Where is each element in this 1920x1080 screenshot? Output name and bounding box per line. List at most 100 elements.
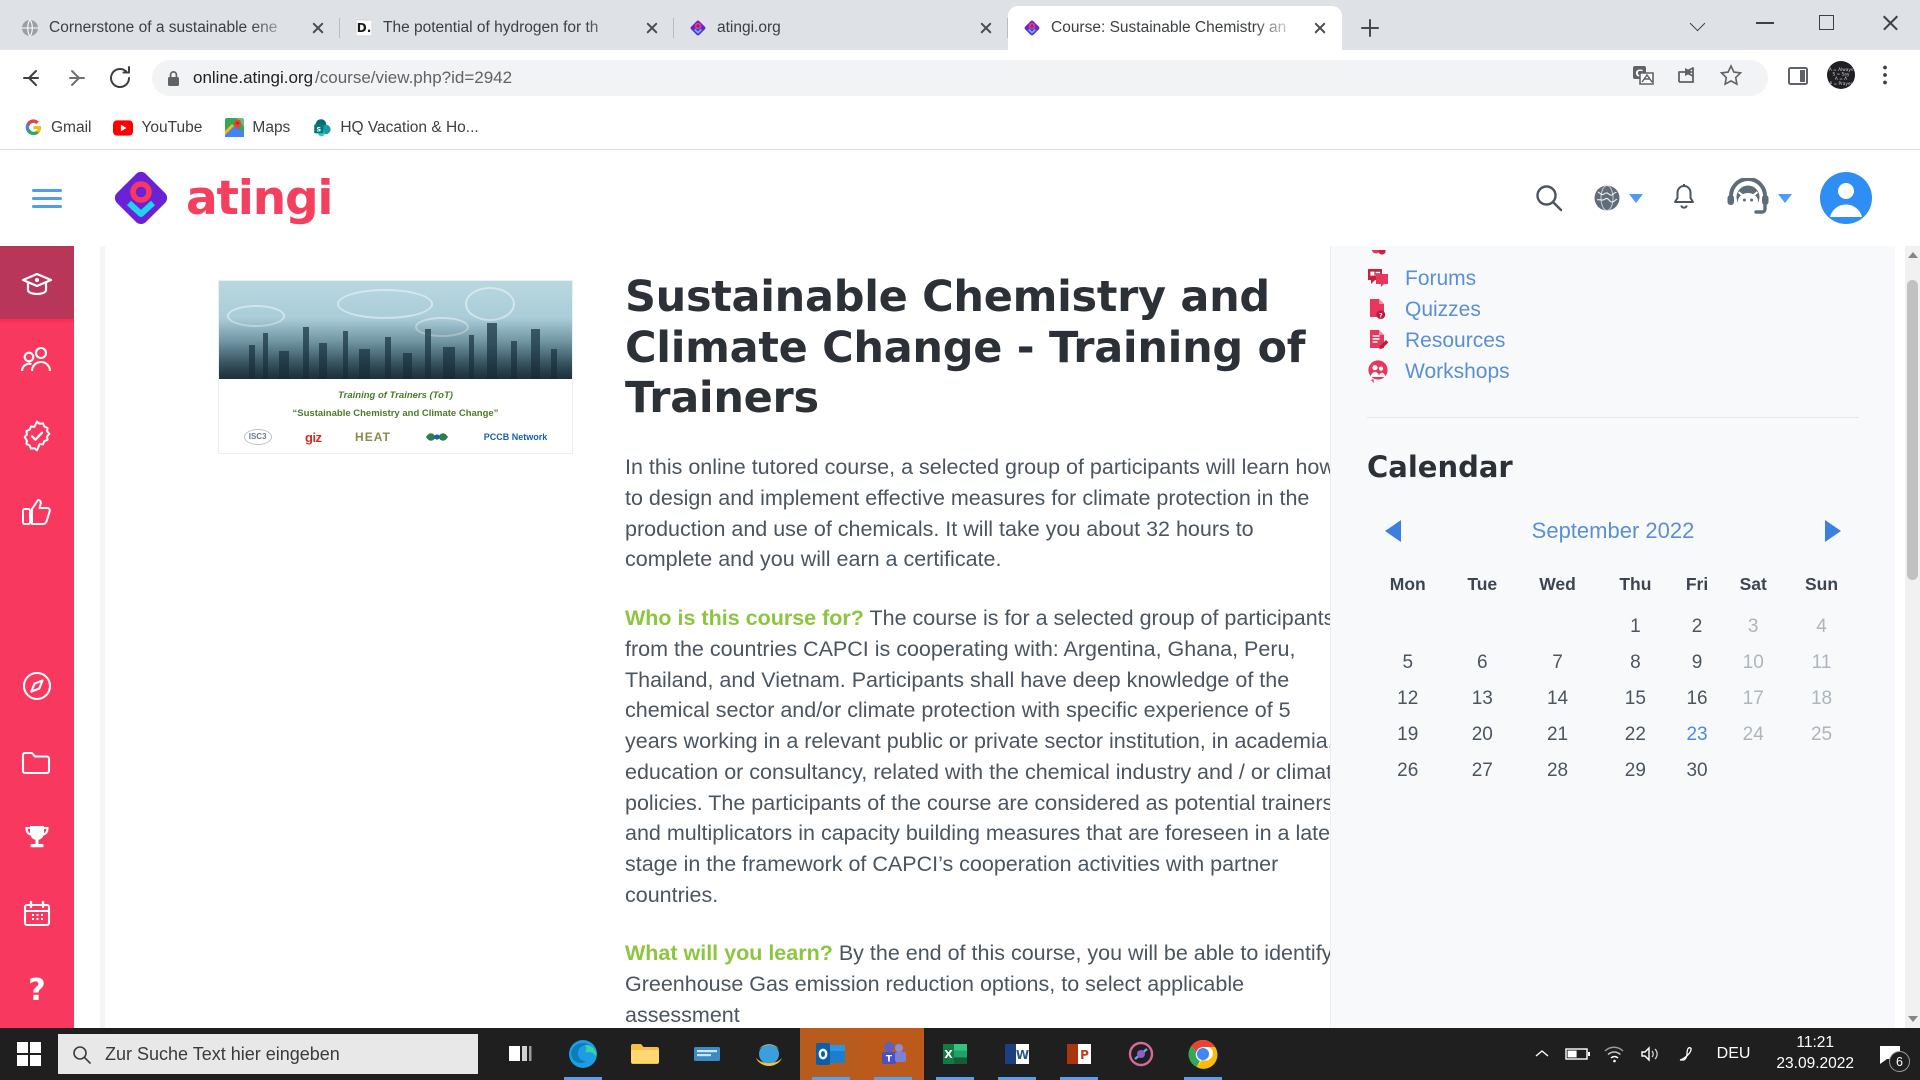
prev-month-arrow-icon[interactable] [1385, 520, 1401, 542]
scroll-up-arrow-icon[interactable] [1908, 252, 1918, 258]
chevron-down-icon[interactable] [1672, 0, 1734, 46]
calendar-day[interactable]: 29 [1599, 753, 1672, 789]
activity-resources[interactable]: Resources [1367, 325, 1859, 357]
sidebar-item-files[interactable] [0, 724, 74, 800]
powerpoint-icon[interactable]: P [1048, 1028, 1110, 1080]
close-icon[interactable] [974, 16, 998, 40]
calendar-day[interactable]: 4 [1784, 609, 1859, 645]
calendar-day[interactable]: 30 [1672, 753, 1723, 789]
calendar-month-label[interactable]: September 2022 [1532, 518, 1695, 544]
share-icon[interactable] [1670, 58, 1710, 98]
calendar-day[interactable]: 6 [1448, 645, 1516, 681]
calendar-day[interactable]: 19 [1367, 717, 1448, 753]
calendar-day[interactable]: 1 [1599, 609, 1672, 645]
hamburger-menu-icon[interactable] [24, 178, 70, 218]
address-bar[interactable]: online.atingi.org /course/view.php?id=29… [152, 60, 1768, 96]
page-scrollbar[interactable] [1905, 246, 1920, 1028]
forward-arrow-icon[interactable] [56, 58, 96, 98]
browser-tab[interactable]: Cornerstone of a sustainable ene [6, 6, 340, 50]
notifications-bell-icon[interactable] [1669, 182, 1699, 214]
calendar-day[interactable]: 25 [1784, 717, 1859, 753]
browser-tab[interactable]: atingi.org [674, 6, 1008, 50]
activity-workshops[interactable]: Workshops [1367, 356, 1859, 388]
chrome-icon[interactable] [1172, 1028, 1234, 1080]
calendar-day[interactable]: 12 [1367, 681, 1448, 717]
browser-tab[interactable]: D. The potential of hydrogen for th [340, 6, 674, 50]
sidebar-item-community[interactable] [0, 322, 74, 398]
calendar-day[interactable]: 24 [1722, 717, 1784, 753]
sidebar-item-calendar[interactable] [0, 876, 74, 952]
language-globe-button[interactable] [1592, 183, 1643, 213]
calendar-day[interactable]: 2 [1672, 609, 1723, 645]
teams-icon[interactable]: T [862, 1028, 924, 1080]
sidebar-item-explore[interactable] [0, 648, 74, 724]
action-center-icon[interactable]: 6 [1868, 1028, 1912, 1080]
sidebar-item-help[interactable]: ? [0, 952, 74, 1028]
calendar-day[interactable]: 14 [1516, 681, 1599, 717]
calendar-day[interactable]: 11 [1784, 645, 1859, 681]
activity-row-clipped[interactable] [1367, 250, 1859, 264]
sticky-notes-icon[interactable] [676, 1028, 738, 1080]
translate-icon[interactable]: G [1626, 58, 1666, 98]
outlook-icon[interactable] [800, 1028, 862, 1080]
bookmark-youtube[interactable]: YouTube [104, 113, 211, 143]
chevron-up-icon[interactable] [1525, 1028, 1559, 1080]
calendar-day[interactable]: 27 [1448, 753, 1516, 789]
bookmark-gmail[interactable]: Gmail [14, 113, 100, 143]
browser-tab-active[interactable]: Course: Sustainable Chemistry an [1008, 6, 1342, 50]
close-icon[interactable] [640, 16, 664, 40]
task-view-icon[interactable] [490, 1028, 552, 1080]
calendar-day[interactable]: 28 [1516, 753, 1599, 789]
clock[interactable]: 11:21 23.09.2022 [1764, 1033, 1866, 1075]
bookmark-maps[interactable]: Maps [215, 113, 299, 143]
calendar-day[interactable]: 8 [1599, 645, 1672, 681]
calendar-day[interactable]: 21 [1516, 717, 1599, 753]
calendar-day[interactable]: 9 [1672, 645, 1723, 681]
search-icon[interactable] [1532, 181, 1566, 215]
language-indicator[interactable]: DEU [1705, 1045, 1763, 1063]
calendar-day[interactable]: 15 [1599, 681, 1672, 717]
reload-icon[interactable] [100, 58, 140, 98]
new-tab-button[interactable] [1350, 8, 1390, 48]
calendar-day[interactable]: 17 [1722, 681, 1784, 717]
atingi-logo[interactable]: atingi [110, 167, 332, 229]
calendar-day[interactable]: 23 [1672, 717, 1723, 753]
sidebar-item-achievements[interactable] [0, 800, 74, 876]
calendar-day[interactable]: 13 [1448, 681, 1516, 717]
next-month-arrow-icon[interactable] [1825, 520, 1841, 542]
sidebar-item-certificates[interactable] [0, 398, 74, 474]
side-panel-icon[interactable] [1780, 58, 1820, 98]
profile-avatar[interactable]: A = AlwaysS = SayA = AP = Prayer [1824, 58, 1864, 98]
bookmark-hq-vacation[interactable]: s HQ Vacation & Ho... [303, 113, 487, 143]
activity-forums[interactable]: Forums [1367, 263, 1859, 295]
close-icon[interactable] [1308, 16, 1332, 40]
minimize-icon[interactable] [1734, 0, 1796, 46]
wifi-icon[interactable] [1597, 1028, 1631, 1080]
scroll-down-arrow-icon[interactable] [1908, 1016, 1918, 1022]
excel-icon[interactable]: X [924, 1028, 986, 1080]
activity-quizzes[interactable]: ? Quizzes [1367, 294, 1859, 326]
edge-icon[interactable] [552, 1028, 614, 1080]
battery-icon[interactable] [1561, 1028, 1595, 1080]
calendar-day[interactable]: 3 [1722, 609, 1784, 645]
calendar-day[interactable]: 16 [1672, 681, 1723, 717]
scrollbar-thumb[interactable] [1907, 280, 1918, 580]
maximize-icon[interactable] [1796, 0, 1858, 46]
windows-start-icon[interactable] [0, 1028, 58, 1080]
calendar-day[interactable]: 7 [1516, 645, 1599, 681]
file-explorer-icon[interactable] [614, 1028, 676, 1080]
snipping-tool-icon[interactable] [1110, 1028, 1172, 1080]
calendar-day[interactable]: 18 [1784, 681, 1859, 717]
close-icon[interactable] [1858, 0, 1920, 46]
word-icon[interactable]: W [986, 1028, 1048, 1080]
calendar-day[interactable]: 26 [1367, 753, 1448, 789]
internet-explorer-icon[interactable] [738, 1028, 800, 1080]
sidebar-item-recommendations[interactable] [0, 474, 74, 550]
back-arrow-icon[interactable] [12, 58, 52, 98]
close-icon[interactable] [306, 16, 330, 40]
bookmark-star-icon[interactable] [1714, 58, 1754, 98]
more-menu-icon[interactable] [1868, 58, 1908, 98]
calendar-day[interactable]: 5 [1367, 645, 1448, 681]
sidebar-item-my-learning[interactable] [0, 246, 74, 322]
taskbar-search-input[interactable]: Zur Suche Text hier eingeben [58, 1034, 478, 1074]
